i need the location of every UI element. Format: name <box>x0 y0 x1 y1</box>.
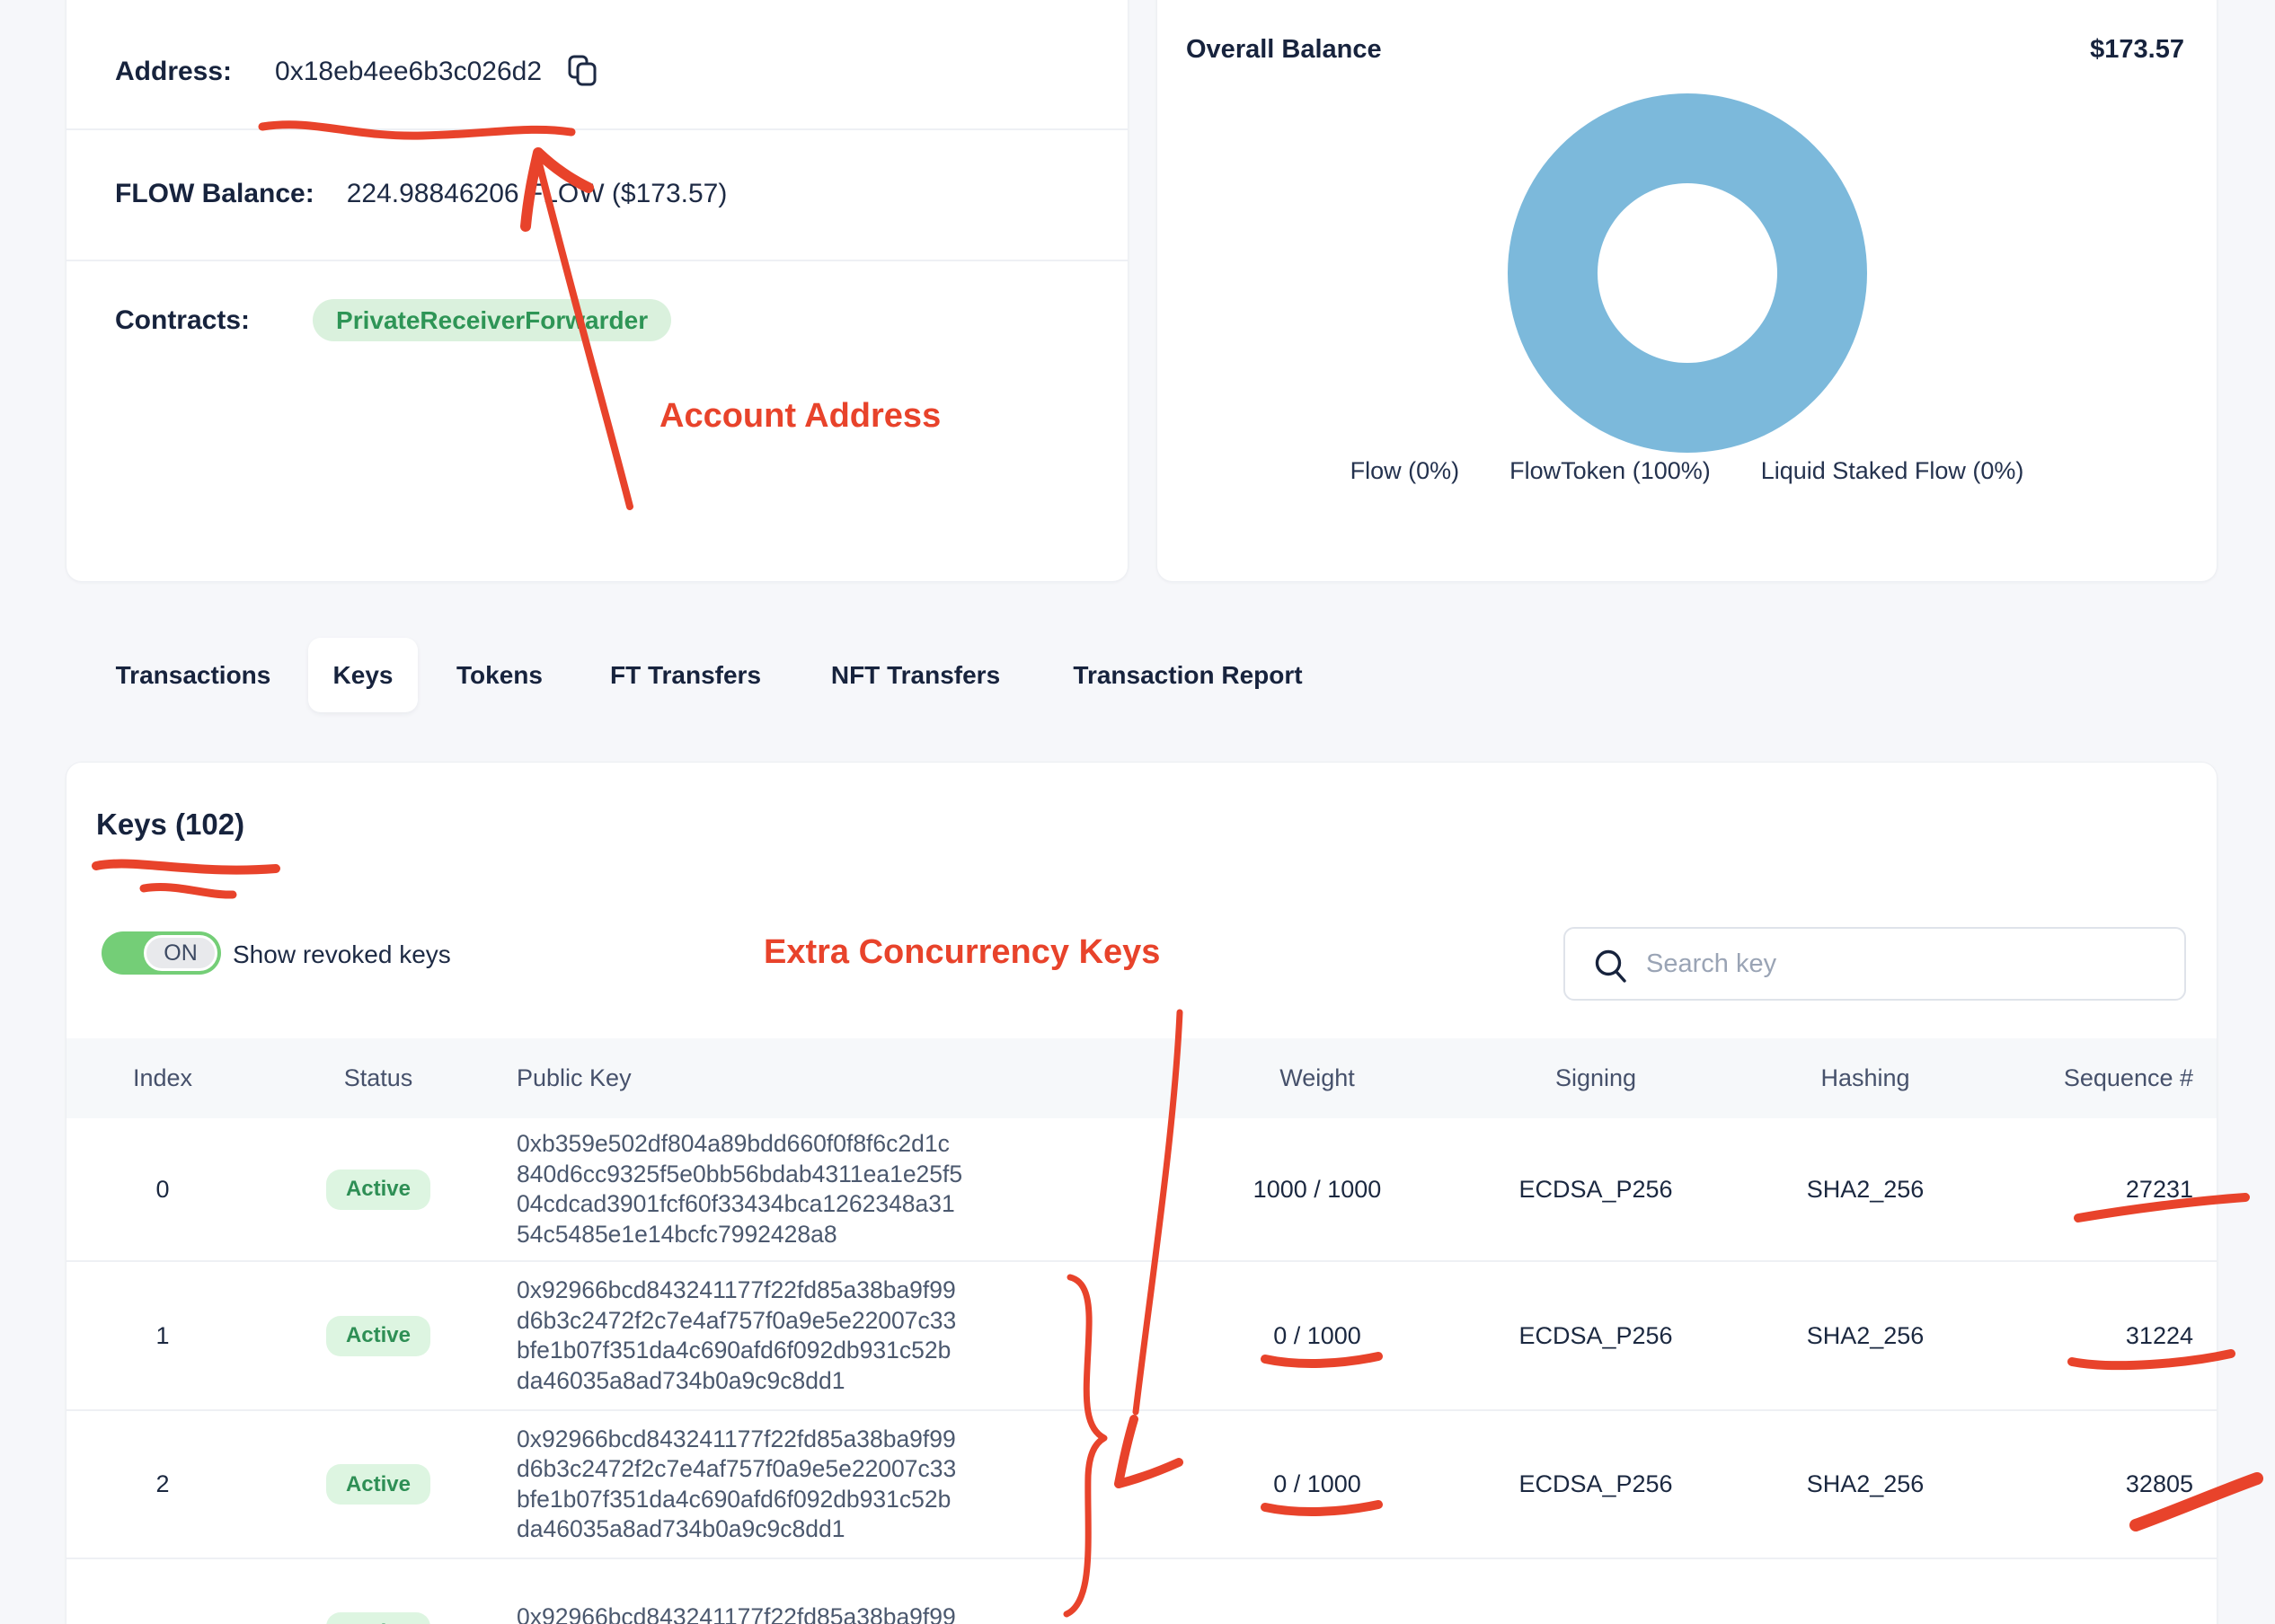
address-label: Address: <box>115 57 232 87</box>
key-index <box>109 1559 217 1624</box>
legend-item-liquid-staked-flow[interactable]: Liquid Staked Flow (0%) <box>1761 457 2024 485</box>
keys-heading: Keys (102) <box>96 808 244 842</box>
key-signing: ECDSA_P256 <box>1488 1411 1704 1558</box>
public-key-line: bfe1b07f351da4c690afd6f092db931c52b <box>517 1485 956 1515</box>
copy-address-button[interactable] <box>565 53 599 90</box>
address-row: Address: 0x18eb4ee6b3c026d2 <box>115 53 599 90</box>
key-signing: ECDSA_P256 <box>1488 1262 1704 1409</box>
status-badge: Active <box>326 1169 430 1210</box>
header-index: Index <box>109 1038 217 1118</box>
public-key-line: d6b3c2472f2c7e4af757f0a9e5e22007c33 <box>517 1306 956 1337</box>
header-sequence: Sequence # <box>2014 1038 2193 1118</box>
header-weight: Weight <box>1209 1038 1425 1118</box>
public-key-line: da46035a8ad734b0a9c9c8dd1 <box>517 1514 956 1545</box>
keys-table-header: Index Status Public Key Weight Signing H… <box>66 1038 2217 1118</box>
contracts-row: Contracts: PrivateReceiverForwarder <box>115 299 671 341</box>
divider <box>66 128 1128 130</box>
public-key-line: 54c5485e1e14bcfc7992428a8 <box>517 1220 962 1250</box>
overall-balance-card: Overall Balance $173.57 Flow (0%) FlowTo… <box>1156 0 2217 582</box>
public-key-cell: 0x92966bcd843241177f22fd85a38ba9f99 d6b3… <box>517 1411 1092 1558</box>
flow-balance-label: FLOW Balance: <box>115 179 314 209</box>
tab-tokens[interactable]: Tokens <box>454 638 545 712</box>
public-key-cell: 0x92966bcd843241177f22fd85a38ba9f99 d6b3… <box>517 1262 1092 1409</box>
public-key-line: d6b3c2472f2c7e4af757f0a9e5e22007c33 <box>517 1454 956 1485</box>
tab-nft-transfers[interactable]: NFT Transfers <box>827 638 1005 712</box>
tab-ft-transfers[interactable]: FT Transfers <box>605 638 766 712</box>
public-key-line: 840d6cc9325f5e0bb56bdab4311ea1e25f5 <box>517 1160 962 1190</box>
tab-transactions[interactable]: Transactions <box>114 638 272 712</box>
donut-legend: Flow (0%) FlowToken (100%) Liquid Staked… <box>1157 457 2217 485</box>
key-sequence <box>2014 1559 2193 1624</box>
key-sequence: 27231 <box>2014 1118 2193 1260</box>
key-weight: 0 / 1000 <box>1209 1411 1425 1558</box>
header-status: Status <box>315 1038 441 1118</box>
key-index: 2 <box>109 1411 217 1558</box>
copy-icon <box>565 53 599 90</box>
donut-hole <box>1598 183 1777 363</box>
key-index: 0 <box>109 1118 217 1260</box>
legend-item-flow[interactable]: Flow (0%) <box>1350 457 1460 485</box>
header-signing: Signing <box>1488 1038 1704 1118</box>
key-weight: 0 / 1000 <box>1209 1262 1425 1409</box>
balance-donut-chart <box>1508 93 1867 453</box>
key-row-2: 2 Active 0x92966bcd843241177f22fd85a38ba… <box>66 1409 2217 1558</box>
key-hashing: SHA2_256 <box>1757 1262 1973 1409</box>
contracts-label: Contracts: <box>115 305 250 336</box>
tab-transaction-report[interactable]: Transaction Report <box>1070 638 1306 712</box>
balance-total-usd: $173.57 <box>2090 35 2184 65</box>
public-key-line: 0xb359e502df804a89bdd660f0f8f6c2d1c <box>517 1129 962 1160</box>
tab-keys[interactable]: Keys <box>308 638 418 712</box>
key-row-0: 0 Active 0xb359e502df804a89bdd660f0f8f6c… <box>66 1118 2217 1260</box>
key-hashing <box>1757 1559 1973 1624</box>
divider <box>66 260 1128 261</box>
key-index: 1 <box>109 1262 217 1409</box>
public-key-cell: 0x92966bcd843241177f22fd85a38ba9f99 d6b3… <box>517 1559 1092 1624</box>
search-icon <box>1592 947 1630 989</box>
flow-account-explorer-page: { "colors": { "annotation_red": "#e8432b… <box>0 0 2275 1624</box>
public-key-line: da46035a8ad734b0a9c9c8dd1 <box>517 1366 956 1397</box>
key-hashing: SHA2_256 <box>1757 1411 1973 1558</box>
public-key-line: bfe1b07f351da4c690afd6f092db931c52b <box>517 1336 956 1366</box>
public-key-line: 04cdcad3901fcf60f33434bca1262348a31 <box>517 1189 962 1220</box>
key-status-cell: Active <box>315 1118 441 1260</box>
toggle-knob: ON <box>144 935 217 971</box>
address-value: 0x18eb4ee6b3c026d2 <box>275 57 542 87</box>
key-row-1: 1 Active 0x92966bcd843241177f22fd85a38ba… <box>66 1260 2217 1409</box>
status-badge: Active <box>326 1316 430 1356</box>
status-badge: Active <box>326 1612 430 1624</box>
key-row-3: Active 0x92966bcd843241177f22fd85a38ba9f… <box>66 1558 2217 1624</box>
public-key-line: 0x92966bcd843241177f22fd85a38ba9f99 <box>517 1425 956 1455</box>
header-hashing: Hashing <box>1757 1038 1973 1118</box>
flow-balance-value: 224.98846206 FLOW ($173.57) <box>347 179 728 209</box>
show-revoked-keys-toggle[interactable]: ON <box>102 931 221 975</box>
key-status-cell: Active <box>315 1411 441 1558</box>
balance-card-title: Overall Balance <box>1186 35 1382 65</box>
public-key-cell: 0xb359e502df804a89bdd660f0f8f6c2d1c 840d… <box>517 1118 1092 1260</box>
key-signing: ECDSA_P256 <box>1488 1118 1704 1260</box>
show-revoked-keys-label: Show revoked keys <box>233 940 451 969</box>
key-signing <box>1488 1559 1704 1624</box>
header-public-key: Public Key <box>517 1038 1092 1118</box>
key-hashing: SHA2_256 <box>1757 1118 1973 1260</box>
key-status-cell: Active <box>315 1559 441 1624</box>
public-key-line: 0x92966bcd843241177f22fd85a38ba9f99 <box>517 1602 956 1624</box>
key-status-cell: Active <box>315 1262 441 1409</box>
contract-badge-private-receiver-forwarder[interactable]: PrivateReceiverForwarder <box>313 299 671 341</box>
key-sequence: 31224 <box>2014 1262 2193 1409</box>
status-badge: Active <box>326 1464 430 1505</box>
keys-panel: Keys (102) ON Show revoked keys Index St… <box>66 762 2217 1624</box>
flow-balance-row: FLOW Balance: 224.98846206 FLOW ($173.57… <box>115 179 727 209</box>
search-key-box <box>1563 927 2186 1001</box>
account-summary-card: Address: 0x18eb4ee6b3c026d2 FLOW Balance… <box>66 0 1129 582</box>
key-sequence: 32805 <box>2014 1411 2193 1558</box>
key-weight: 1000 / 1000 <box>1209 1118 1425 1260</box>
public-key-line: 0x92966bcd843241177f22fd85a38ba9f99 <box>517 1275 956 1306</box>
search-key-input[interactable] <box>1646 929 2176 999</box>
legend-item-flowtoken[interactable]: FlowToken (100%) <box>1509 457 1711 485</box>
key-weight <box>1209 1559 1425 1624</box>
